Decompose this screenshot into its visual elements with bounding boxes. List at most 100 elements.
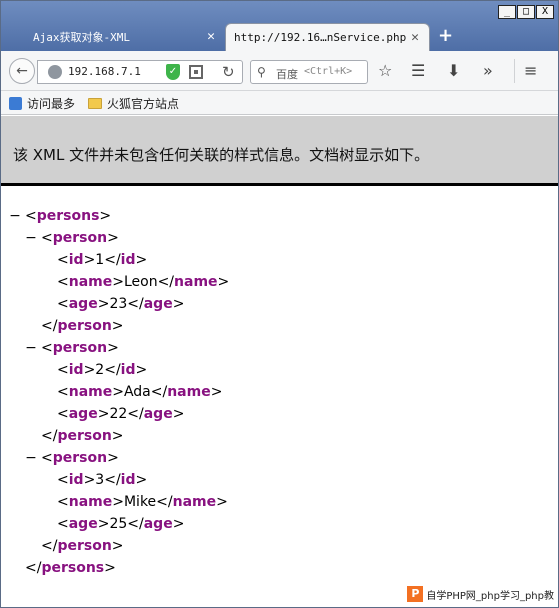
tag-name: persons <box>41 560 105 576</box>
xml-info-banner: 该 XML 文件并未包含任何关联的样式信息。文档树显示如下。 <box>1 116 558 186</box>
bracket: </ <box>41 538 58 554</box>
tag-name: id <box>120 362 136 378</box>
xml-person-close: </person> <box>41 535 124 557</box>
tag-name: id <box>68 362 84 378</box>
tag-name: age <box>68 296 98 312</box>
title-bar: _ □ X Ajax获取对象-XML ✕ http://192.16…nServ… <box>1 1 558 51</box>
bracket: < <box>57 274 69 290</box>
bracket: > <box>172 516 185 532</box>
close-tab-icon[interactable]: ✕ <box>207 29 215 44</box>
xml-field-age: <age>25</age> <box>57 513 184 535</box>
menu-icon[interactable]: ≡ <box>524 60 537 82</box>
xml-field-name: <name>Ada</name> <box>57 381 222 403</box>
bracket: </ <box>150 384 168 400</box>
bracket: < <box>57 362 69 378</box>
bracket: > <box>216 494 228 510</box>
bracket: > <box>97 296 110 312</box>
reload-icon[interactable]: ↻ <box>222 63 235 81</box>
tab-active-service[interactable]: http://192.16…nService.php ✕ <box>225 23 430 51</box>
tab-ajax-xml[interactable]: Ajax获取对象-XML ✕ <box>5 23 225 51</box>
bracket: > <box>111 428 124 444</box>
tag-name: person <box>52 340 108 356</box>
bracket: < <box>25 208 37 224</box>
xml-field-age: <age>22</age> <box>57 403 184 425</box>
bracket: > <box>111 538 124 554</box>
bracket: < <box>57 296 69 312</box>
watermark: P 自学PHP网_php学习_php教 <box>405 585 556 603</box>
shield-icon[interactable]: ✓ <box>166 64 180 80</box>
bookmark-label: 访问最多 <box>27 97 76 111</box>
overflow-chevron-icon[interactable]: » <box>483 60 493 82</box>
xml-person-close: </person> <box>41 315 124 337</box>
collapse-toggle-icon[interactable]: − <box>25 447 37 469</box>
globe-icon <box>48 65 62 79</box>
search-shortcut-hint: <Ctrl+K> <box>304 66 353 77</box>
xml-field-name: <name>Leon</name> <box>57 271 229 293</box>
reading-list-icon[interactable]: ☰ <box>411 60 425 82</box>
bracket: </ <box>104 252 121 268</box>
new-tab-button[interactable]: + <box>438 27 453 45</box>
url-bar[interactable]: 192.168.7.1 ✓ ↻ <box>37 60 243 84</box>
xml-value: 1 <box>95 252 105 268</box>
xml-field-id: <id>1</id> <box>57 249 147 271</box>
search-bar[interactable]: ⚲ 百度 <Ctrl+K> <box>250 60 368 84</box>
bracket: < <box>57 472 69 488</box>
bracket: </ <box>157 274 175 290</box>
xml-value: 2 <box>95 362 105 378</box>
tag-name: age <box>68 516 98 532</box>
bracket: < <box>41 450 53 466</box>
search-icon: ⚲ <box>257 65 266 79</box>
bookmark-most-visited[interactable]: 访问最多 <box>9 95 75 112</box>
tag-name: person <box>52 450 108 466</box>
tag-name: name <box>68 274 113 290</box>
bracket: > <box>172 406 185 422</box>
tag-name: person <box>57 538 112 554</box>
close-tab-icon[interactable]: ✕ <box>411 30 419 45</box>
xml-root-open: − <persons> <box>9 205 111 227</box>
bracket: > <box>172 296 185 312</box>
bracket: </ <box>104 472 121 488</box>
xml-field-id: <id>3</id> <box>57 469 147 491</box>
bracket: > <box>97 516 110 532</box>
tag-name: age <box>143 406 173 422</box>
search-engine-label: 百度 <box>276 68 298 81</box>
qr-code-icon[interactable] <box>189 65 203 79</box>
tag-name: persons <box>36 208 100 224</box>
collapse-toggle-icon[interactable]: − <box>25 337 37 359</box>
bracket: > <box>83 472 96 488</box>
bookmark-firefox-site[interactable]: 火狐官方站点 <box>88 95 179 112</box>
tag-name: name <box>68 384 113 400</box>
download-icon[interactable]: ⬇ <box>447 60 460 82</box>
bracket: > <box>112 274 124 290</box>
collapse-toggle-icon[interactable]: − <box>25 227 37 249</box>
bracket: </ <box>127 406 144 422</box>
bracket: > <box>107 450 119 466</box>
xml-person-open: − <person> <box>25 337 119 359</box>
tag-name: id <box>120 472 136 488</box>
close-window-button[interactable]: X <box>536 5 554 19</box>
bracket: > <box>135 362 148 378</box>
tag-name: person <box>57 428 112 444</box>
bracket: > <box>83 362 96 378</box>
tag-name: name <box>172 494 217 510</box>
maximize-button[interactable]: □ <box>517 5 535 19</box>
watermark-text: 自学PHP网_php学习_php教 <box>426 590 554 602</box>
tag-name: person <box>57 318 112 334</box>
bookmark-star-icon[interactable]: ☆ <box>378 60 392 82</box>
tag-name: id <box>68 252 84 268</box>
bracket: > <box>111 318 124 334</box>
bookmark-label: 火狐官方站点 <box>107 97 180 111</box>
back-button[interactable]: ← <box>9 58 35 84</box>
tag-name: name <box>167 384 211 400</box>
xml-person-open: − <person> <box>25 227 119 249</box>
folder-icon <box>88 98 102 109</box>
bracket: > <box>217 274 230 290</box>
bookmark-icon <box>9 97 22 110</box>
xml-value: Ada <box>123 384 151 400</box>
bracket: </ <box>127 516 144 532</box>
bracket: </ <box>104 362 121 378</box>
bracket: </ <box>156 494 173 510</box>
tag-name: id <box>68 472 84 488</box>
minimize-button[interactable]: _ <box>498 5 516 19</box>
collapse-toggle-icon[interactable]: − <box>9 205 21 227</box>
